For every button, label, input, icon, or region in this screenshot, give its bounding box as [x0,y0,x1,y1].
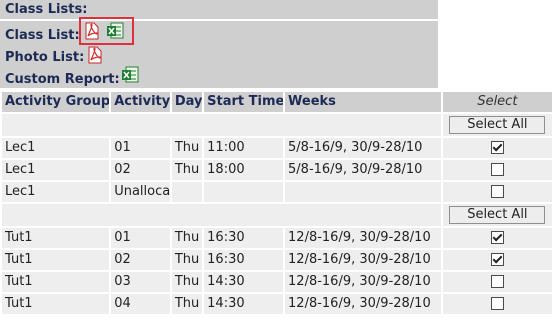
activity-table: Activity Group Activity Day Start Time W… [0,90,552,316]
highlight-box [79,17,134,45]
cell-weeks: 12/8-16/9, 30/9-28/10 [285,294,441,314]
col-weeks: Weeks [285,92,441,112]
group-tut1-select-row: Select All [2,204,552,226]
cell-activity-group: Tut1 [2,294,110,314]
cell-day [171,182,203,202]
select-checkbox[interactable] [490,297,504,310]
cell-start-time: 16:30 [204,228,284,248]
cell-activity-group: Lec1 [2,182,110,202]
photo-list-pdf-icon[interactable] [88,46,102,64]
cell-activity: 02 [111,250,170,270]
table-row: Tut1 01 Thu 16:30 12/8-16/9, 30/9-28/10 [2,228,552,248]
table-row: Tut1 02 Thu 16:30 12/8-16/9, 30/9-28/10 [2,250,552,270]
cell-day: Thu [171,160,203,180]
col-activity-group: Activity Group [2,92,110,112]
cell-activity-group: Lec1 [2,160,110,180]
cell-weeks: 12/8-16/9, 30/9-28/10 [285,272,441,292]
cell-day: Thu [171,294,203,314]
cell-weeks: 12/8-16/9, 30/9-28/10 [285,228,441,248]
cell-start-time [204,182,284,202]
custom-report-label: Custom Report: [5,72,120,87]
cell-activity: 04 [111,294,170,314]
cell-day: Thu [171,228,203,248]
select-all-button-lec1[interactable]: Select All [449,115,546,134]
cell-activity: 03 [111,272,170,292]
table-row: Tut1 04 Thu 14:30 12/8-16/9, 30/9-28/10 [2,294,552,314]
cell-activity: 02 [111,160,170,180]
select-checkbox[interactable] [490,185,504,198]
cell-weeks [285,182,441,202]
cell-activity: Unallocated [111,182,170,202]
cell-activity: 01 [111,138,170,158]
cell-start-time: 18:00 [204,160,284,180]
cell-start-time: 14:30 [204,294,284,314]
table-row: Lec1 02 Thu 18:00 5/8-16/9, 30/9-28/10 [2,160,552,180]
cell-weeks: 5/8-16/9, 30/9-28/10 [285,138,441,158]
cell-weeks: 5/8-16/9, 30/9-28/10 [285,160,441,180]
cell-activity: 01 [111,228,170,248]
cell-start-time: 11:00 [204,138,284,158]
cell-activity-group: Tut1 [2,228,110,248]
select-checkbox[interactable] [490,231,504,244]
cell-day: Thu [171,250,203,270]
col-select: Select [442,92,552,112]
cell-activity-group: Tut1 [2,272,110,292]
group-lec1-select-row: Select All [2,114,552,136]
cell-start-time: 14:30 [204,272,284,292]
col-start-time: Start Time [204,92,284,112]
class-lists-heading: Class Lists: [5,2,88,17]
table-row: Tut1 03 Thu 14:30 12/8-16/9, 30/9-28/10 [2,272,552,292]
table-row: Lec1 Unallocated [2,182,552,202]
cell-activity-group: Lec1 [2,138,110,158]
col-activity: Activity [111,92,170,112]
cell-weeks: 12/8-16/9, 30/9-28/10 [285,250,441,270]
select-all-button-tut1[interactable]: Select All [449,205,546,224]
select-checkbox[interactable] [490,163,504,176]
class-list-label: Class List: [5,28,80,43]
table-row: Lec1 01 Thu 11:00 5/8-16/9, 30/9-28/10 [2,138,552,158]
custom-report-excel-icon[interactable] [122,66,139,84]
cell-day: Thu [171,138,203,158]
select-checkbox[interactable] [490,141,504,154]
photo-list-label: Photo List: [5,50,85,65]
select-checkbox[interactable] [490,275,504,288]
select-checkbox[interactable] [490,253,504,266]
cell-activity-group: Tut1 [2,250,110,270]
cell-start-time: 16:30 [204,250,284,270]
table-header-row: Activity Group Activity Day Start Time W… [2,92,552,112]
cell-day: Thu [171,272,203,292]
col-day: Day [171,92,203,112]
